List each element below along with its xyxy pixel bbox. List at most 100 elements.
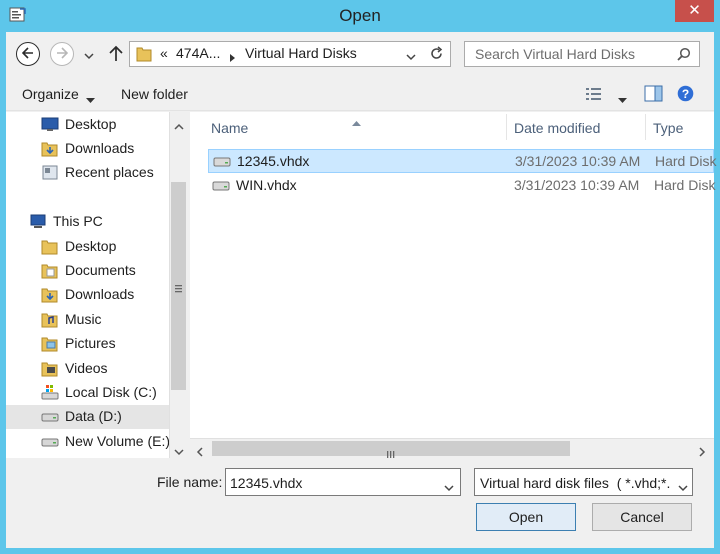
music-folder-icon [41, 311, 59, 328]
file-name-combobox[interactable]: 12345.vhdx [225, 468, 461, 496]
recent-places-icon [41, 164, 59, 181]
nav-item-local-disk-c[interactable]: Local Disk (C:) [6, 381, 170, 405]
chevron-down-icon[interactable] [444, 479, 454, 495]
chevron-down-icon [84, 48, 94, 64]
nav-item-label: Data (D:) [65, 408, 122, 424]
scroll-thumb[interactable] [171, 182, 186, 390]
recent-locations-dropdown[interactable] [84, 48, 94, 64]
nav-item-label: Downloads [65, 140, 135, 156]
column-divider[interactable] [506, 114, 507, 140]
search-icon[interactable] [677, 47, 691, 64]
file-date: 3/31/2023 10:39 AM [515, 153, 641, 169]
nav-item-label: Downloads [65, 286, 135, 302]
scroll-thumb[interactable] [212, 441, 570, 458]
breadcrumb-segment[interactable]: 474A... [176, 45, 220, 61]
folder-icon [41, 238, 59, 255]
scroll-left-icon[interactable] [196, 444, 204, 460]
up-button[interactable] [108, 45, 124, 66]
sort-ascending-icon [352, 113, 361, 129]
column-divider[interactable] [645, 114, 646, 140]
view-dropdown-icon[interactable] [618, 91, 627, 107]
back-arrow-icon [21, 46, 34, 62]
open-button[interactable]: Open [476, 503, 576, 531]
help-icon[interactable]: ? [677, 85, 694, 105]
file-row-12345-vhdx[interactable]: 12345.vhdx 3/31/2023 10:39 AM Hard Disk [208, 149, 717, 173]
nav-item-label: Local Disk (C:) [65, 384, 157, 400]
scroll-right-icon[interactable] [698, 444, 706, 460]
file-name-input[interactable]: 12345.vhdx [230, 475, 302, 491]
nav-item-downloads-favorite[interactable]: Downloads [6, 137, 170, 161]
pictures-folder-icon [41, 335, 59, 352]
folder-icon [41, 262, 59, 279]
file-name: 12345.vhdx [237, 153, 310, 169]
file-name: WIN.vhdx [236, 177, 297, 193]
organize-button[interactable]: Organize [22, 86, 79, 102]
address-bar[interactable]: « 474A... Virtual Hard Disks [129, 41, 451, 67]
grip-icon [387, 445, 395, 461]
file-date: 3/31/2023 10:39 AM [514, 177, 640, 193]
search-placeholder: Search Virtual Hard Disks [475, 46, 636, 62]
nav-item-label: Desktop [65, 116, 117, 132]
file-name-label: File name: [157, 474, 223, 490]
column-header-type[interactable]: Type [653, 120, 683, 150]
file-list-horizontal-scrollbar[interactable] [190, 438, 714, 458]
desktop-icon [41, 116, 59, 133]
navigation-pane[interactable]: Desktop Downloads Recent places This PC … [6, 112, 187, 458]
address-history-dropdown[interactable] [406, 49, 416, 65]
command-bar [6, 77, 714, 111]
nav-item-videos[interactable]: Videos [6, 357, 170, 381]
forward-button[interactable] [50, 42, 74, 66]
grip-icon [175, 280, 182, 296]
forward-arrow-icon [56, 46, 69, 62]
drive-icon [41, 408, 59, 425]
close-button[interactable]: ✕ [675, 0, 714, 22]
nav-item-this-pc[interactable]: This PC [6, 210, 170, 234]
chevron-down-icon[interactable] [678, 479, 688, 495]
virtual-disk-icon [212, 179, 230, 195]
address-overflow[interactable]: « [160, 45, 168, 61]
nav-item-recent-places[interactable]: Recent places [6, 161, 170, 185]
nav-item-desktop-favorite[interactable]: Desktop [6, 113, 170, 137]
breadcrumb-segment-current[interactable]: Virtual Hard Disks [245, 45, 357, 61]
this-pc-icon [29, 213, 47, 230]
videos-folder-icon [41, 360, 59, 377]
organize-dropdown-icon[interactable] [86, 91, 95, 107]
downloads-folder-icon [41, 286, 59, 303]
view-options-icon[interactable] [585, 86, 603, 105]
nav-item-documents[interactable]: Documents [6, 259, 170, 283]
window-title: Open [339, 6, 381, 25]
back-button[interactable] [16, 42, 40, 66]
file-row-win-vhdx[interactable]: WIN.vhdx 3/31/2023 10:39 AM Hard Disk [208, 174, 716, 198]
system-drive-icon [41, 384, 59, 401]
nav-item-data-d[interactable]: Data (D:) [6, 405, 170, 429]
nav-item-label: New Volume (E:) [65, 433, 171, 449]
nav-item-label: Videos [65, 360, 108, 376]
new-folder-button[interactable]: New folder [121, 86, 188, 102]
nav-item-pictures[interactable]: Pictures [6, 332, 170, 356]
navigation-scrollbar[interactable] [169, 112, 187, 458]
nav-item-desktop[interactable]: Desktop [6, 235, 170, 259]
preview-pane-icon[interactable] [644, 85, 663, 105]
virtual-disk-icon [213, 155, 231, 171]
up-arrow-icon [108, 45, 124, 66]
nav-item-downloads[interactable]: Downloads [6, 283, 170, 307]
nav-item-label: Pictures [65, 335, 116, 351]
nav-item-music[interactable]: Music [6, 308, 170, 332]
downloads-folder-icon [41, 140, 59, 157]
nav-item-label: Recent places [65, 164, 154, 180]
file-list[interactable]: Name Date modified Type 12345.vhdx 3/31/… [190, 112, 717, 458]
column-header-date-modified[interactable]: Date modified [514, 120, 600, 150]
nav-item-label: This PC [53, 213, 103, 229]
file-type-filter[interactable]: Virtual hard disk files ( *.vhd;*. [474, 468, 693, 496]
search-input[interactable]: Search Virtual Hard Disks [464, 41, 700, 67]
scroll-down-icon[interactable] [174, 443, 184, 459]
file-type: Hard Disk [655, 153, 717, 169]
nav-item-new-volume-e[interactable]: New Volume (E:) [6, 430, 170, 454]
file-type-filter-value: Virtual hard disk files ( *.vhd;*. [480, 475, 671, 491]
file-type: Hard Disk [654, 177, 716, 193]
cancel-button[interactable]: Cancel [592, 503, 692, 531]
chevron-right-icon[interactable] [229, 50, 236, 66]
refresh-icon[interactable] [429, 46, 444, 64]
scroll-up-icon[interactable] [174, 118, 184, 134]
column-header-name[interactable]: Name [211, 120, 248, 150]
